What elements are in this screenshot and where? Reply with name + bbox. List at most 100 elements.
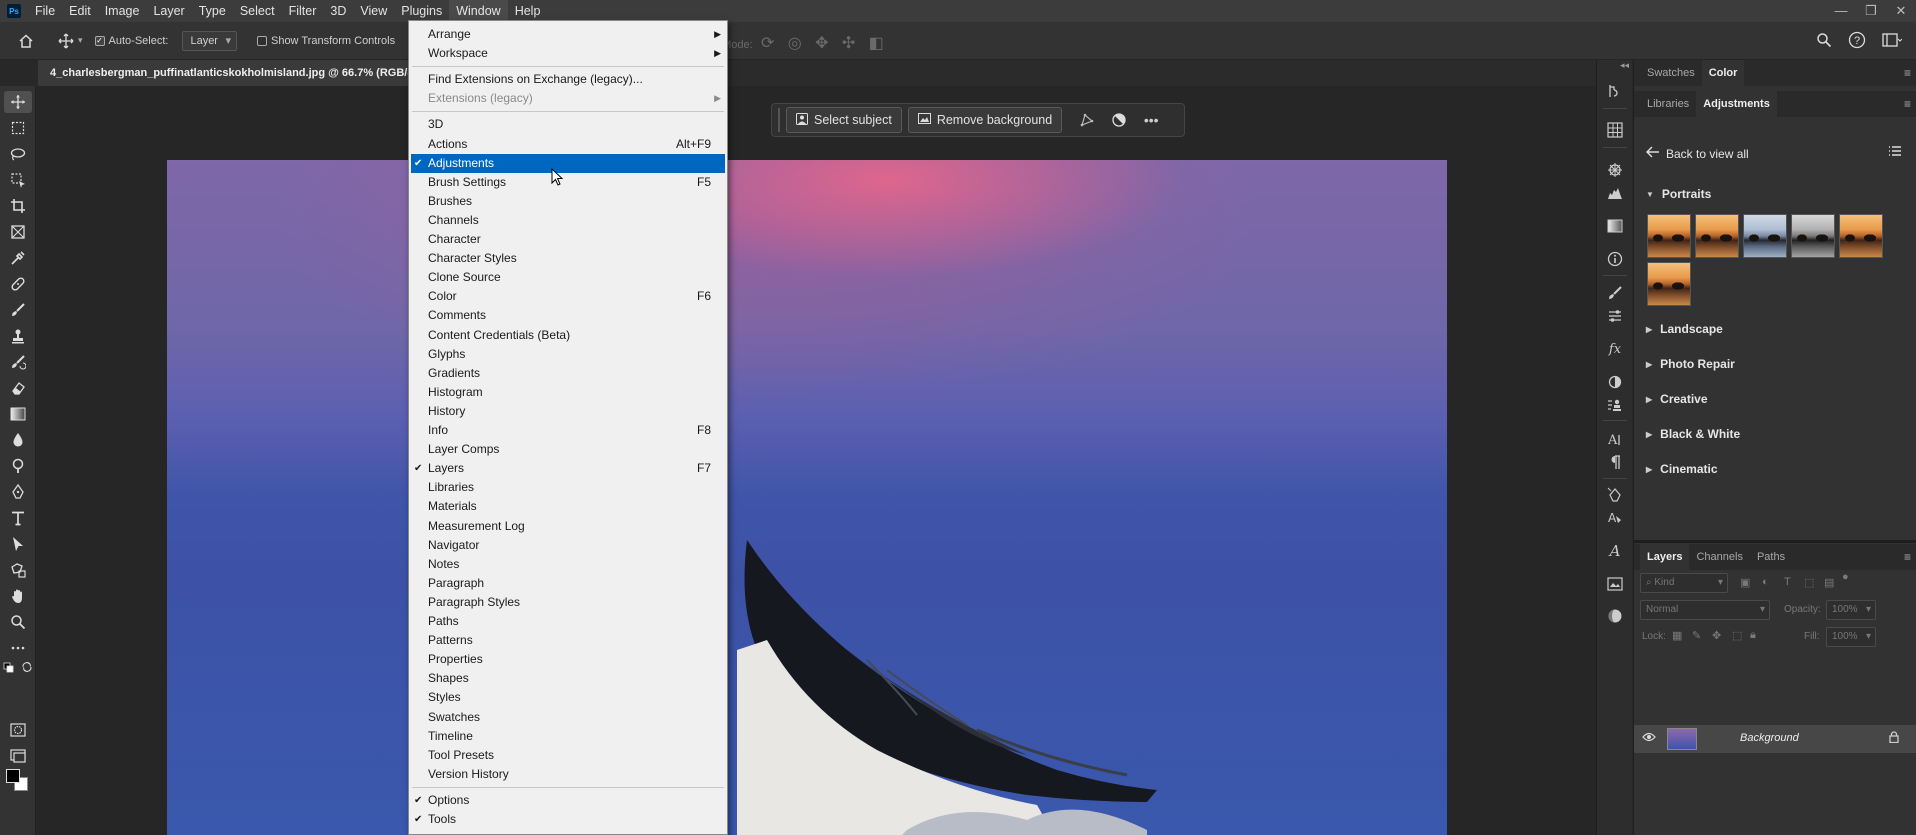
layer-filter-dropdown[interactable]: ⌕ Kind [1640,573,1728,593]
preset-thumbnail[interactable] [1647,262,1691,306]
opacity-field[interactable]: 100% [1826,600,1876,620]
3d-orbit-icon[interactable]: ⟳ [761,35,774,52]
window-menu-item-history[interactable]: History [409,402,727,421]
foreground-color-swatch[interactable] [6,769,20,783]
move-tool-icon[interactable] [4,91,32,113]
frame-tool-icon[interactable] [4,221,32,243]
preset-thumbnail[interactable] [1647,214,1691,258]
window-menu-item-notes[interactable]: Notes [409,555,727,574]
window-menu-item-info[interactable]: Info F8 [409,421,727,440]
lock-position-icon[interactable]: ✥ [1712,629,1721,642]
3d-camera-icon[interactable]: ◧ [869,35,884,52]
window-menu-item-comments[interactable]: Comments [409,306,727,325]
window-menu-item-shapes[interactable]: Shapes [409,669,727,688]
type-filter-icon[interactable]: T [1784,576,1791,588]
window-menu-item-paragraph-styles[interactable]: Paragraph Styles [409,593,727,612]
gradient-tool-icon[interactable] [4,403,32,425]
tab-layers[interactable]: Layers [1640,544,1690,570]
3d-roll-icon[interactable]: ◎ [788,35,802,52]
path-selection-tool-icon[interactable] [4,533,32,555]
blur-tool-icon[interactable] [4,429,32,451]
menu-file[interactable]: File [28,0,62,22]
window-menu-item-paths[interactable]: Paths [409,612,727,631]
window-menu-item-3d[interactable]: 3D [409,115,727,134]
adjustment-group-landscape[interactable]: ▶ Landscape [1646,322,1723,336]
fill-field[interactable]: 100% [1826,627,1876,647]
lasso-tool-icon[interactable] [4,143,32,165]
transform-selection-icon[interactable] [1074,107,1100,133]
clone-stamp-tool-icon[interactable] [4,325,32,347]
preset-thumbnail[interactable] [1695,214,1739,258]
menu-3d[interactable]: 3D [323,0,353,22]
brush-tool-icon[interactable] [4,299,32,321]
window-menu-item-tool-presets[interactable]: Tool Presets [409,746,727,765]
list-view-icon[interactable] [1888,144,1902,160]
window-menu-item-glyphs[interactable]: Glyphs [409,345,727,364]
paragraph-panel-icon[interactable] [1602,451,1628,473]
dodge-tool-icon[interactable] [4,455,32,477]
close-button[interactable]: ✕ [1886,0,1916,22]
eyedropper-tool-icon[interactable] [4,247,32,269]
window-menu-item-color[interactable]: Color F6 [409,287,727,306]
hand-tool-icon[interactable] [4,585,32,607]
menu-filter[interactable]: Filter [282,0,324,22]
window-menu-item-actions[interactable]: Actions Alt+F9 [409,135,727,154]
window-menu-item-layers[interactable]: ✔ Layers F7 [409,459,727,478]
pen-tool-icon[interactable] [4,481,32,503]
menu-help[interactable]: Help [508,0,548,22]
show-transform-checkbox[interactable]: Show Transform Controls [256,35,395,47]
workspace-icon[interactable] [1882,32,1902,48]
window-menu-item-timeline[interactable]: Timeline [409,727,727,746]
select-subject-button[interactable]: Select subject [786,107,902,133]
gradients-panel-icon[interactable] [1602,215,1628,237]
restore-button[interactable]: ❐ [1856,0,1886,22]
menu-select[interactable]: Select [233,0,282,22]
window-menu-item-styles[interactable]: Styles [409,688,727,707]
menu-image[interactable]: Image [98,0,147,22]
screen-mode-icon[interactable] [4,745,32,767]
help-icon[interactable]: ? [1848,31,1866,49]
window-menu-item-arrange[interactable]: Arrange ▶ [409,25,727,44]
adjustment-group-portraits[interactable]: ▼ Portraits [1646,187,1711,201]
object-select-tool-icon[interactable] [4,169,32,191]
eraser-tool-icon[interactable] [4,377,32,399]
window-menu-item-tools[interactable]: ✔ Tools [409,810,727,829]
history-panel-icon[interactable] [1602,80,1628,102]
tool-preset-chevron-icon[interactable]: ▾ [78,35,83,46]
menu-layer[interactable]: Layer [146,0,191,22]
preset-thumbnail[interactable] [1743,214,1787,258]
window-menu-item-content-credentials-beta[interactable]: Content Credentials (Beta) [409,326,727,345]
window-menu-item-find-extensions-on-exchange-legacy[interactable]: Find Extensions on Exchange (legacy)... [409,70,727,89]
menu-view[interactable]: View [353,0,394,22]
panel-menu-icon[interactable]: ≡ [1904,91,1911,117]
default-colors-icon[interactable] [3,662,15,674]
tab-libraries[interactable]: Libraries [1640,91,1696,117]
tab-color[interactable]: Color [1701,60,1745,86]
type-tool-icon[interactable] [4,507,32,529]
canvas-area[interactable] [37,86,1596,835]
window-menu-item-navigator[interactable]: Navigator [409,536,727,555]
tab-swatches[interactable]: Swatches [1640,60,1702,86]
window-menu-item-character[interactable]: Character [409,230,727,249]
document-tab[interactable]: 4_charlesbergman_puffinatlanticskokholmi… [38,60,410,86]
back-to-view-all-link[interactable]: Back to view all [1645,146,1749,161]
zoom-tool-icon[interactable] [4,611,32,633]
marquee-tool-icon[interactable] [4,117,32,139]
window-menu-item-histogram[interactable]: Histogram [409,383,727,402]
window-menu-item-layer-comps[interactable]: Layer Comps [409,440,727,459]
window-menu-item-options[interactable]: ✔ Options [409,791,727,810]
clone-source-panel-icon[interactable] [1602,371,1628,393]
tool-presets-panel-icon[interactable] [1602,394,1628,416]
menu-type[interactable]: Type [192,0,233,22]
more-options-button[interactable]: ••• [1138,107,1164,133]
auto-select-target-dropdown[interactable]: Layer [182,30,237,51]
window-menu-item-paragraph[interactable]: Paragraph [409,574,727,593]
home-icon[interactable] [18,33,34,49]
color-sphere-panel-icon[interactable] [1602,605,1628,627]
window-menu-item-libraries[interactable]: Libraries [409,478,727,497]
swatches-panel-icon[interactable] [1602,119,1628,141]
layer-row-background[interactable]: Background [1634,725,1916,753]
menu-edit[interactable]: Edit [62,0,98,22]
brushes-panel-icon[interactable] [1602,305,1628,327]
healing-brush-tool-icon[interactable] [4,273,32,295]
